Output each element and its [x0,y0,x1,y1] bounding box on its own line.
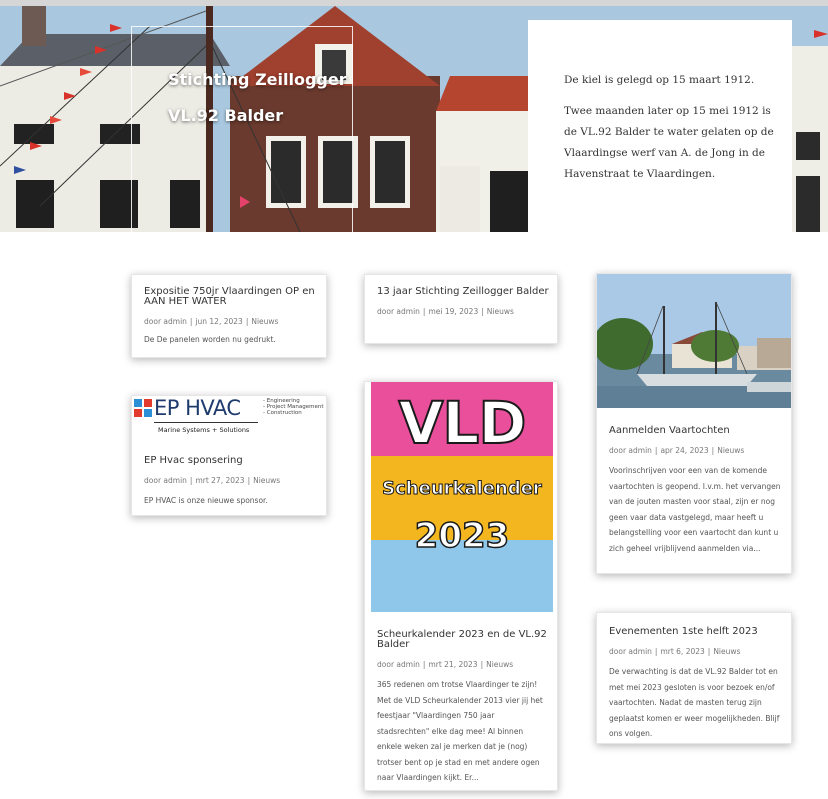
post-excerpt: De De panelen worden nu gedrukt. [144,335,276,344]
post-category[interactable]: Nieuws [251,317,278,326]
post-title[interactable]: 13 jaar Stichting Zeillogger Balder [377,287,549,297]
post-excerpt: 365 redenen om trotse Vlaardinger te zij… [377,680,543,782]
hero-text-panel: De kiel is gelegd op 15 maart 1912. Twee… [528,20,792,232]
post-thumbnail-ship[interactable] [597,274,792,408]
post-category[interactable]: Nieuws [487,307,514,316]
logo-mark [134,399,152,417]
post-meta: door admin | mei 19, 2023 | Nieuws [377,307,549,316]
post-title[interactable]: Expositie 750jr Vlaardingen OP en AAN HE… [144,287,318,307]
post-meta: door admin | mrt 27, 2023 | Nieuws [144,476,318,485]
post-category[interactable]: Nieuws [713,647,740,656]
calendar-year-text: 2023 [414,515,510,557]
hero-title-line2: VL.92 Balder [168,106,284,125]
post-title[interactable]: Aanmelden Vaartochten [609,426,783,436]
page: Stichting Zeillogger VL.92 Balder De kie… [0,0,828,799]
post-thumbnail-ephvac-logo[interactable]: EP HVAC - Engineering - Project Manageme… [132,396,326,440]
post-excerpt: De verwachting is dat de VL.92 Balder to… [609,667,780,738]
post-card-expositie[interactable]: Expositie 750jr Vlaardingen OP en AAN HE… [131,274,327,358]
post-author[interactable]: door admin [377,307,420,316]
meta-separator: | [480,660,484,669]
post-date: mrt 21, 2023 [428,660,478,669]
post-author[interactable]: door admin [609,446,652,455]
post-meta: door admin | mrt 21, 2023 | Nieuws [377,660,549,669]
post-category[interactable]: Nieuws [717,446,744,455]
post-title[interactable]: EP Hvac sponsering [144,456,318,466]
post-date: apr 24, 2023 [660,446,709,455]
post-meta: door admin | mrt 6, 2023 | Nieuws [609,647,783,656]
post-category[interactable]: Nieuws [486,660,513,669]
logo-services: - Engineering - Project Management - Con… [263,398,324,416]
post-author[interactable]: door admin [609,647,652,656]
meta-separator: | [247,476,251,485]
post-card-aanmelden[interactable]: Aanmelden Vaartochten door admin | apr 24,… [596,273,792,574]
post-meta: door admin | jun 12, 2023 | Nieuws [144,317,318,326]
calendar-scheurkalender-text: Scheurkalender [382,478,543,500]
post-date: mei 19, 2023 [428,307,479,316]
post-card-scheurkalender[interactable]: VLD Scheurkalender 2023 Scheurkalender 2… [364,381,558,791]
post-title[interactable]: Evenementen 1ste helft 2023 [609,627,783,637]
post-excerpt: Voorinschrijven voor een van de komende … [609,466,781,553]
post-card-13-jaar[interactable]: 13 jaar Stichting Zeillogger Balder door… [364,274,558,344]
meta-separator: | [711,446,715,455]
meta-separator: | [481,307,484,316]
hero-title-line1: Stichting Zeillogger [168,70,347,89]
hero-title: Stichting Zeillogger VL.92 Balder [168,62,347,134]
post-meta: door admin | apr 24, 2023 | Nieuws [609,446,783,455]
post-date: mrt 27, 2023 [195,476,245,485]
post-author[interactable]: door admin [144,317,187,326]
post-date: mrt 6, 2023 [660,647,705,656]
post-thumbnail-calendar[interactable]: VLD Scheurkalender 2023 [371,382,553,612]
post-excerpt: EP HVAC is onze nieuwe sponsor. [144,496,268,505]
logo-brand-text: EP HVAC [154,396,241,420]
post-category[interactable]: Nieuws [253,476,280,485]
post-author[interactable]: door admin [144,476,187,485]
post-date: jun 12, 2023 [195,317,243,326]
logo-underline [154,422,258,423]
post-card-ep-hvac[interactable]: EP HVAC - Engineering - Project Manageme… [131,395,327,516]
hero-paragraph-1: De kiel is gelegd op 15 maart 1912. [564,74,755,86]
post-author[interactable]: door admin [377,660,420,669]
calendar-vld-text: VLD [398,388,528,458]
logo-tagline: Marine Systems + Solutions [158,426,250,434]
hero-paragraph-2: Twee maanden later op 15 mei 1912 is de … [564,105,774,180]
post-title[interactable]: Scheurkalender 2023 en de VL.92 Balder [377,630,549,650]
post-card-evenementen[interactable]: Evenementen 1ste helft 2023 door admin | m… [596,612,792,744]
